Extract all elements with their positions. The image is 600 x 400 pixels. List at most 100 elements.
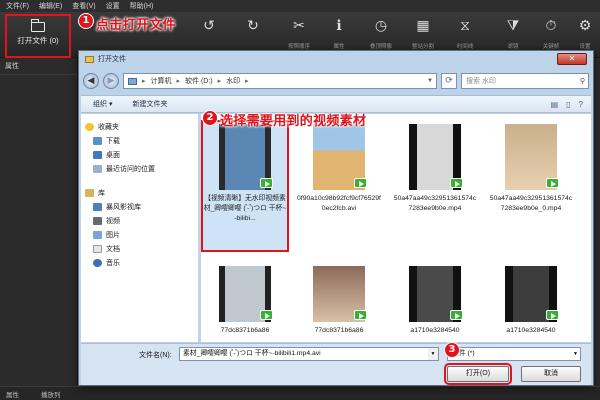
video-thumbnail (313, 124, 367, 190)
back-button[interactable]: ◀ (83, 73, 99, 89)
file-name: 50a47aa49c32951361574c7283ee9b0e_0.mp4 (489, 195, 573, 212)
undo-button[interactable]: ↺ (192, 18, 226, 42)
tool-info[interactable]: ℹ 属性 (322, 18, 356, 50)
navigation-pane: 收藏夹 下载 桌面 最近访问的位置 库 暴风影视库 视频 图片 文档 音乐 (81, 114, 199, 342)
menu-view[interactable]: 查看(V) (72, 1, 95, 11)
open-button[interactable]: 打开(O) (444, 363, 512, 385)
tab-playlist[interactable]: 播放列 (41, 389, 61, 399)
bottom-tab-bar: 属性 播放列 (0, 386, 600, 400)
nav-videos[interactable]: 视频 (81, 214, 198, 228)
help-icon[interactable]: ? (579, 100, 583, 109)
chevron-down-icon[interactable]: ▼ (428, 348, 438, 360)
file-item[interactable]: 77dc8371b6a86 (203, 266, 287, 336)
breadcrumb-drive[interactable]: 软件 (D:) (185, 76, 213, 86)
nav-favorites[interactable]: 收藏夹 (81, 120, 198, 134)
organize-button[interactable]: 组织 ▾ (93, 99, 112, 109)
dialog-footer: 文件名(N): 素材_卿嘤卿嘤 ( ゚- ゚)つロ 干杯~-bilibili1.… (81, 343, 591, 385)
tool-grid[interactable]: ▦ 整站分割 (406, 18, 440, 50)
file-item[interactable]: 50a47aa49c32951361574c7283ee9b0e_0.mp4 (489, 124, 573, 214)
open-file-button[interactable]: 打开文件 (0) (5, 14, 71, 58)
breadcrumb-folder[interactable]: 水印 (226, 76, 240, 86)
file-item[interactable]: 77dc8371b6a86 (297, 266, 381, 336)
nav-documents[interactable]: 文档 (81, 242, 198, 256)
undo-icon: ↺ (203, 18, 215, 34)
file-item[interactable]: 50a47aa49c32951361574c7283ee9b0e.mp4 (393, 124, 477, 214)
play-badge-icon (546, 178, 559, 188)
computer-icon (128, 77, 137, 85)
step-marker-3: 3 (444, 342, 460, 358)
preview-pane-icon[interactable]: ▯ (566, 100, 570, 109)
video-thumbnail (409, 266, 463, 322)
tool-settings[interactable]: ⚙ 设置 (568, 18, 600, 50)
filename-input[interactable]: 素材_卿嘤卿嘤 ( ゚- ゚)つロ 干杯~-bilibili1.mp4.avi … (179, 347, 439, 361)
breadcrumb-computer[interactable]: 计算机 (151, 76, 172, 86)
annotation-step2: 选择需要用到的视频素材 (220, 114, 367, 129)
menu-file[interactable]: 文件(F) (6, 1, 29, 11)
video-thumbnail (313, 266, 367, 322)
filename-label: 文件名(N): (139, 352, 172, 359)
dialog-titlebar: 打开文件 (79, 51, 593, 67)
play-badge-icon (260, 310, 273, 320)
file-item[interactable]: a1710e3284540 (489, 266, 573, 336)
tab-properties[interactable]: 属性 (6, 389, 19, 399)
cancel-button[interactable]: 取消 (521, 366, 581, 382)
play-badge-icon (354, 178, 367, 188)
tool-timeline[interactable]: ⧖ 时间线 (448, 18, 482, 50)
tool-filter[interactable]: ⧩ 滤镜 (496, 18, 530, 50)
play-badge-icon (450, 310, 463, 320)
desktop-icon (93, 151, 102, 159)
open-file-dialog: 打开文件 ✕ ◀ ▶ ▸ 计算机 ▸ 软件 (D:) ▸ 水印 ▸ ▼ ⟳ 搜索… (78, 50, 594, 386)
nav-recent[interactable]: 最近访问的位置 (81, 162, 198, 176)
tool-cut[interactable]: ✂ 按照顺序 (282, 18, 316, 50)
video-icon (93, 217, 102, 225)
file-item[interactable]: a1710e3284540 (393, 266, 477, 336)
video-thumbnail (219, 124, 273, 190)
nav-library[interactable]: 库 (81, 186, 198, 200)
step-marker-2: 2 (202, 110, 218, 126)
file-name: 50a47aa49c32951361574c7283ee9b0e.mp4 (393, 195, 477, 212)
nav-storm-library[interactable]: 暴风影视库 (81, 200, 198, 214)
menu-edit[interactable]: 编辑(E) (39, 1, 62, 11)
nav-music[interactable]: 音乐 (81, 256, 198, 270)
menu-help[interactable]: 帮助(H) (130, 1, 154, 11)
music-icon (93, 259, 102, 267)
file-item[interactable]: 0f90a10c98b92fcf9cf76529f0ec2fcb.avi (297, 124, 381, 214)
tool-timer[interactable]: ⏱ 关键帧 (534, 18, 568, 50)
folder-icon (30, 19, 45, 32)
file-item[interactable]: 【视频清晰】无水印视频素材_卿嘤卿嘤 ( ゚- ゚)つロ 干杯~-bilibi.… (203, 124, 287, 224)
video-thumbnail (505, 124, 559, 190)
documents-icon (93, 245, 102, 253)
filter-icon: ⧩ (506, 18, 520, 34)
chevron-down-icon[interactable]: ▼ (424, 78, 436, 84)
filetype-select[interactable]: 文件 (*) ▼ (447, 347, 581, 361)
view-options-icon[interactable]: ▤ (551, 100, 559, 109)
refresh-button[interactable]: ⟳ (441, 73, 457, 89)
video-thumbnail (219, 266, 273, 322)
file-name: 【视频清晰】无水印视频素材_卿嘤卿嘤 ( ゚- ゚)つロ 干杯~-bilibi.… (203, 195, 287, 222)
nav-pictures[interactable]: 图片 (81, 228, 198, 242)
search-input[interactable]: 搜索 水印 ⚲ (461, 73, 589, 89)
video-thumbnail (505, 266, 559, 322)
timeline-icon: ⧖ (460, 18, 470, 34)
pictures-icon (93, 231, 102, 239)
star-icon (85, 123, 94, 131)
redo-button[interactable]: ↻ (236, 18, 270, 42)
gear-icon: ⚙ (578, 18, 592, 34)
nav-desktop[interactable]: 桌面 (81, 148, 198, 162)
chevron-down-icon: ▼ (573, 351, 578, 357)
play-badge-icon (260, 178, 273, 188)
dialog-close-button[interactable]: ✕ (557, 53, 587, 65)
clock-icon: ◷ (374, 18, 388, 34)
address-bar[interactable]: ▸ 计算机 ▸ 软件 (D:) ▸ 水印 ▸ ▼ (123, 73, 437, 89)
file-list: 【视频清晰】无水印视频素材_卿嘤卿嘤 ( ゚- ゚)つロ 干杯~-bilibi.… (201, 114, 591, 342)
forward-button[interactable]: ▶ (103, 73, 119, 89)
menu-settings[interactable]: 设置 (106, 1, 120, 11)
tool-clock[interactable]: ◷ 叠顶照像 (364, 18, 398, 50)
info-icon: ℹ (336, 18, 342, 34)
video-thumbnail (409, 124, 463, 190)
new-folder-button[interactable]: 新建文件夹 (132, 99, 167, 109)
property-panel: 属性 (0, 58, 78, 400)
file-name: a1710e3284540 (506, 327, 556, 334)
nav-downloads[interactable]: 下载 (81, 134, 198, 148)
library-icon (85, 189, 94, 197)
